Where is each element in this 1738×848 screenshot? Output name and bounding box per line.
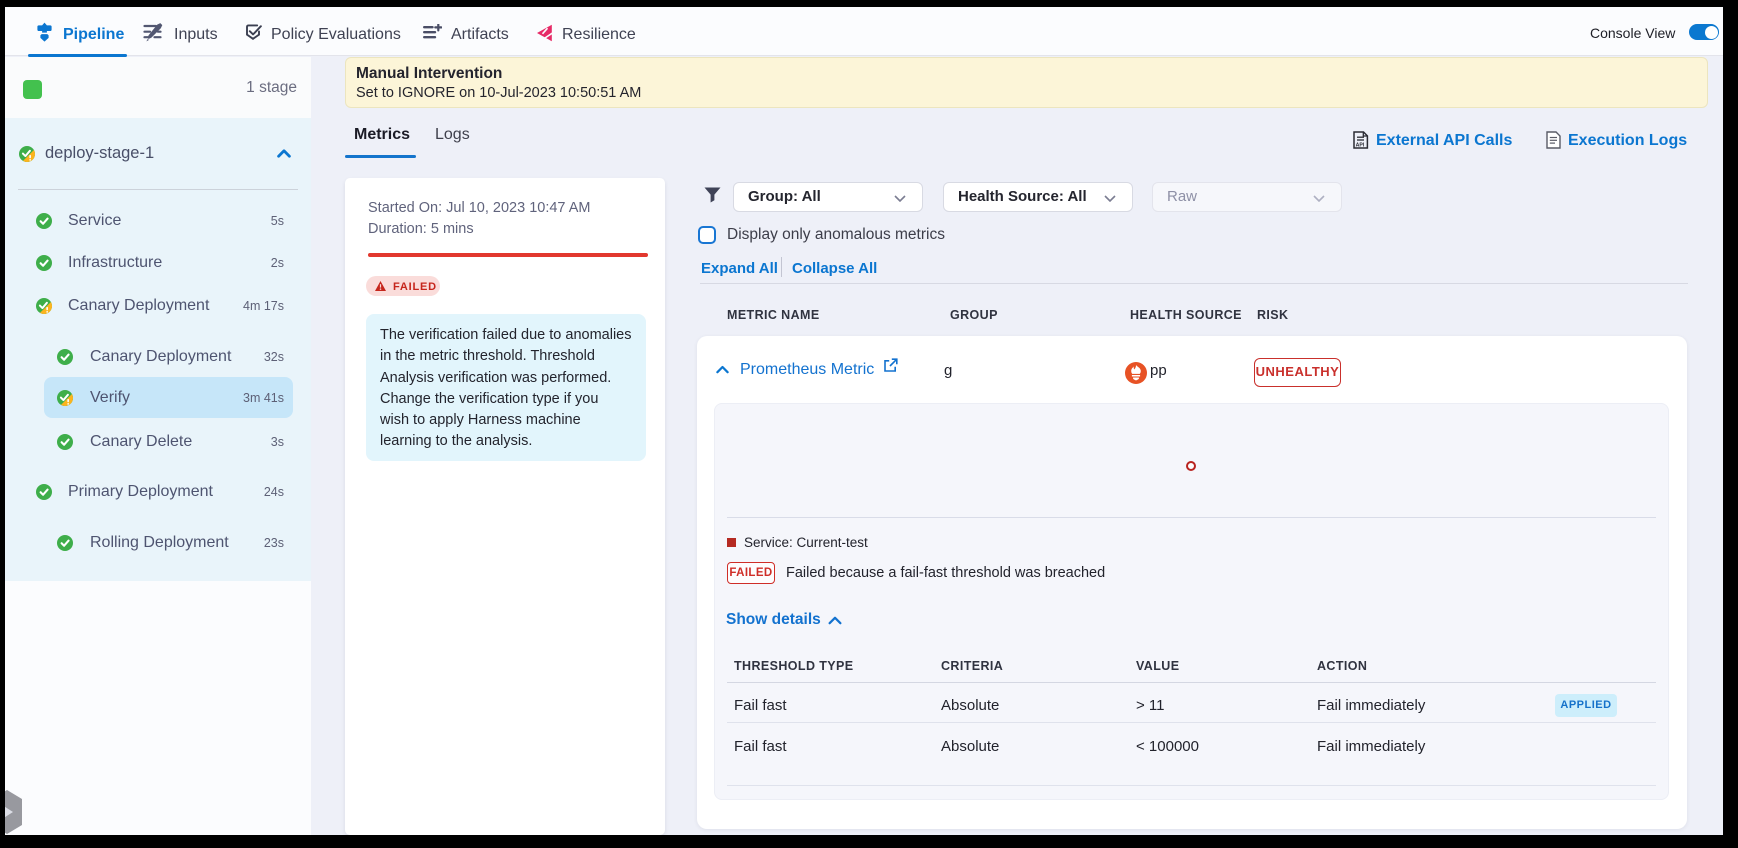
svg-text:API: API bbox=[1356, 142, 1365, 148]
